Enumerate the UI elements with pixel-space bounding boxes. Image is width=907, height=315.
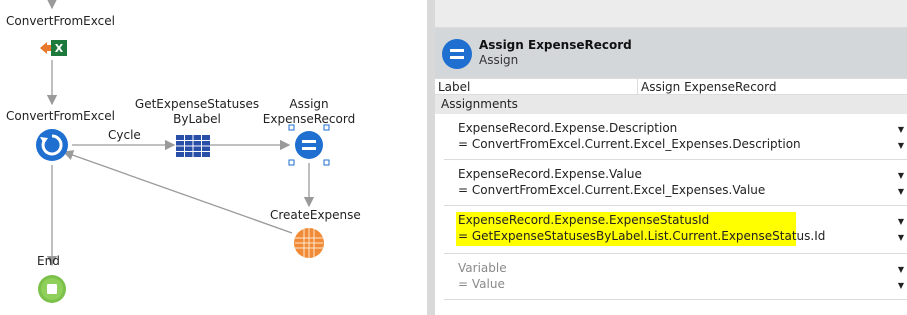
end-label: End <box>37 254 60 268</box>
create-label: CreateExpense <box>270 208 361 222</box>
for-each-node[interactable] <box>35 128 69 162</box>
value-dropdown-icon[interactable]: ▼ <box>898 187 904 196</box>
properties-title: Assign ExpenseRecord <box>479 38 632 52</box>
assignment-value[interactable]: = GetExpenseStatusesByLabel.List.Current… <box>458 229 825 244</box>
excel-convert-icon: X <box>40 40 67 56</box>
flow-canvas[interactable]: ConvertFromExcel X ConvertFromExcel Cycl… <box>0 0 427 315</box>
loop-node-label: ConvertFromExcel <box>6 109 115 123</box>
aggregate-label-line2: ByLabel <box>173 112 221 126</box>
aggregate-node[interactable] <box>176 135 210 157</box>
panel-splitter[interactable] <box>427 0 435 315</box>
assignment-row-placeholder[interactable]: Variable = Value ▼ ▼ <box>444 254 907 300</box>
label-property-row[interactable]: Label Assign ExpenseRecord <box>435 78 907 95</box>
convert-from-excel-node[interactable]: X <box>38 38 68 58</box>
value-dropdown-icon[interactable]: ▼ <box>898 233 904 242</box>
aggregate-label-line1: GetExpenseStatuses <box>134 97 260 111</box>
assignments-header-label: Assignments <box>441 97 518 111</box>
assignment-value[interactable]: = ConvertFromExcel.Current.Excel_Expense… <box>458 183 765 198</box>
assignment-variable-placeholder[interactable]: Variable <box>458 261 507 276</box>
assignment-variable[interactable]: ExpenseRecord.Expense.Value <box>458 167 642 182</box>
value-dropdown-icon[interactable]: ▼ <box>898 141 904 150</box>
loop-icon <box>36 129 68 161</box>
convert-node-label: ConvertFromExcel <box>6 14 115 28</box>
variable-dropdown-icon[interactable]: ▼ <box>898 217 904 226</box>
variable-dropdown-icon[interactable]: ▼ <box>898 265 904 274</box>
properties-toolbar <box>435 0 907 28</box>
assignment-row[interactable]: ExpenseRecord.Expense.Description = Conv… <box>444 114 907 160</box>
value-dropdown-icon[interactable]: ▼ <box>898 281 904 290</box>
create-expense-node[interactable] <box>292 226 326 260</box>
assignment-variable[interactable]: ExpenseRecord.Expense.ExpenseStatusId <box>458 213 709 228</box>
properties-header: Assign ExpenseRecord Assign <box>435 28 907 78</box>
assignment-value[interactable]: = ConvertFromExcel.Current.Excel_Expense… <box>458 137 801 152</box>
label-property-key: Label <box>438 80 471 94</box>
assign-node[interactable] <box>288 124 330 166</box>
label-property-value[interactable]: Assign ExpenseRecord <box>641 80 776 94</box>
assign-label-line1: Assign <box>289 97 329 111</box>
properties-panel: Assign ExpenseRecord Assign Label Assign… <box>435 0 907 315</box>
aggregate-table-icon <box>176 135 210 157</box>
entity-create-icon <box>294 228 324 258</box>
assign-equals-icon <box>288 124 330 166</box>
variable-dropdown-icon[interactable]: ▼ <box>898 125 904 134</box>
column-divider <box>637 79 638 95</box>
assignment-variable[interactable]: ExpenseRecord.Expense.Description <box>458 121 677 136</box>
assign-equals-icon <box>441 38 473 74</box>
end-node[interactable] <box>37 274 67 304</box>
variable-dropdown-icon[interactable]: ▼ <box>898 171 904 180</box>
assignment-value-placeholder[interactable]: = Value <box>458 277 505 292</box>
end-stop-icon <box>38 275 66 303</box>
cycle-connector-label: Cycle <box>108 128 141 142</box>
assignments-section-header: Assignments <box>435 95 907 114</box>
assignment-row[interactable]: ExpenseRecord.Expense.Value = ConvertFro… <box>444 160 907 206</box>
properties-subtitle: Assign <box>479 53 519 67</box>
assignment-row-highlighted[interactable]: ExpenseRecord.Expense.ExpenseStatusId = … <box>444 206 907 254</box>
svg-text:X: X <box>55 42 64 55</box>
